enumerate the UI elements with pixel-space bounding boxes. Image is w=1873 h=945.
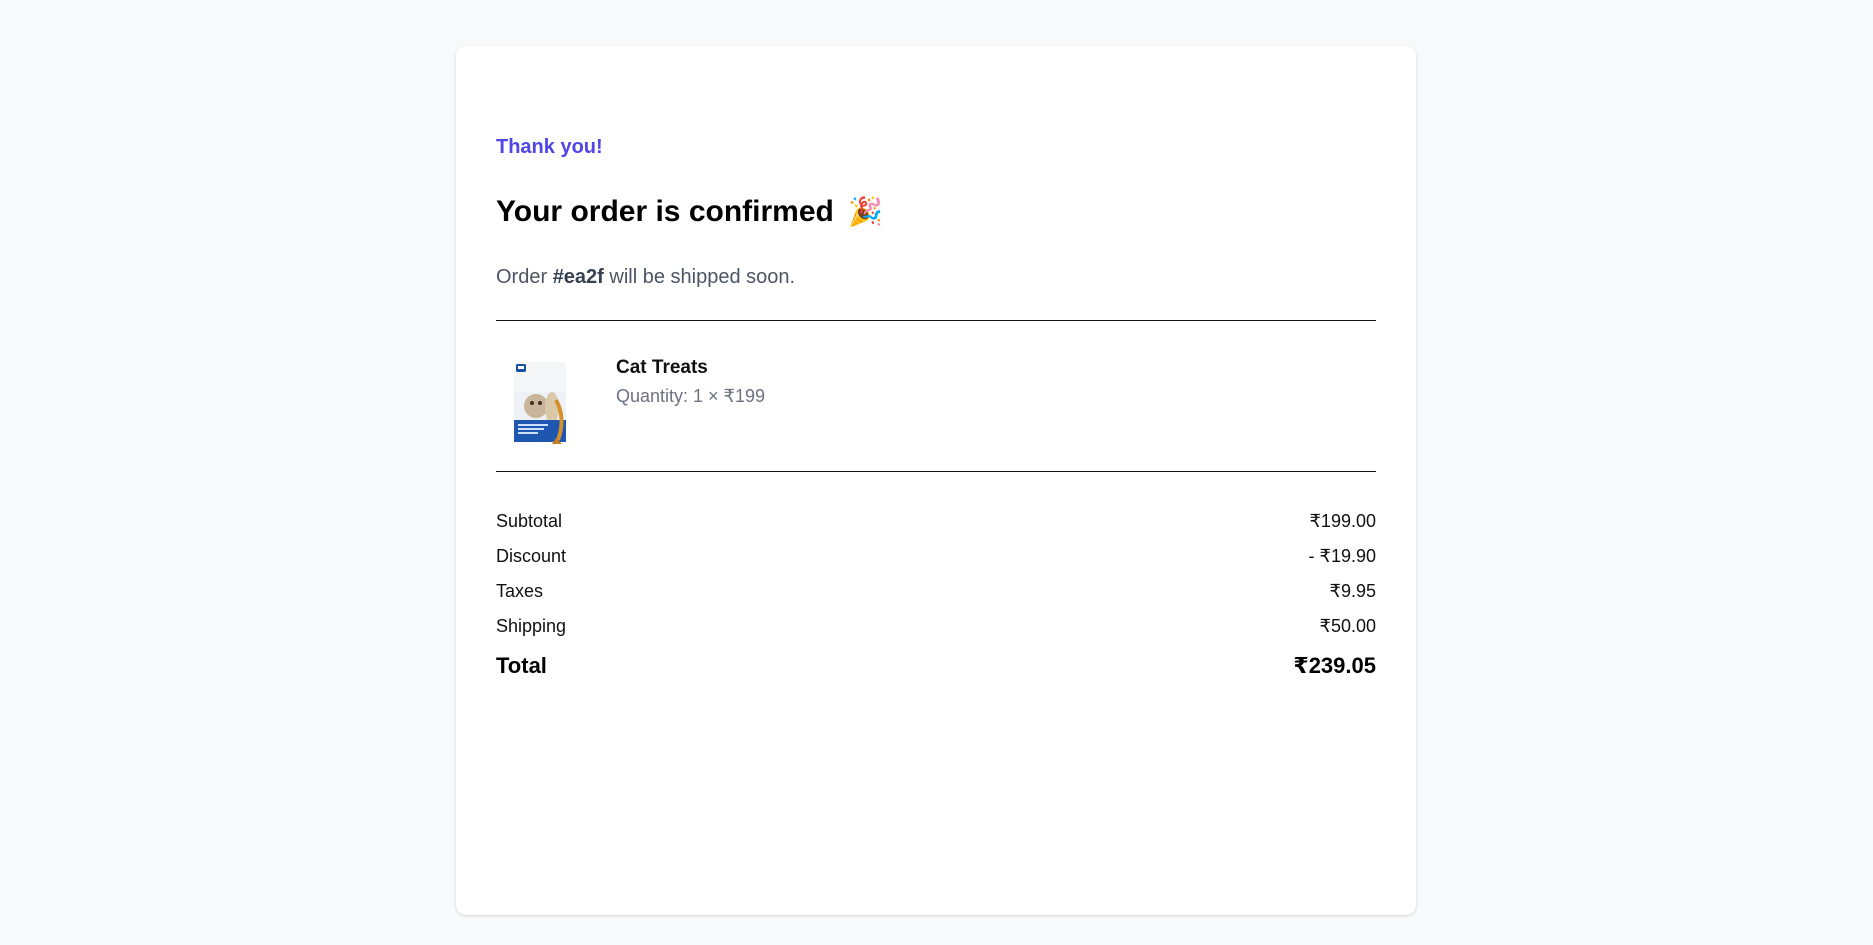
order-id: #ea2f	[552, 266, 604, 288]
product-image-svg	[514, 362, 566, 444]
total-label: Total	[496, 653, 547, 678]
order-prefix: Order	[496, 266, 548, 288]
summary-value: ₹9.95	[1329, 581, 1377, 601]
item-quantity: Quantity: 1 × ₹199	[616, 386, 766, 406]
summary-row-subtotal: Subtotal ₹199.00	[496, 504, 1376, 539]
order-suffix: will be shipped soon.	[609, 266, 796, 288]
summary-label: Subtotal	[496, 511, 563, 531]
summary-value: - ₹19.90	[1308, 546, 1377, 566]
divider-top	[496, 320, 1376, 321]
item-name: Cat Treats	[616, 357, 708, 378]
summary-row-total: Total ₹239.05	[496, 646, 1376, 686]
summary-label: Shipping	[496, 616, 567, 636]
page-title: Your order is confirmed 🎉	[496, 192, 883, 232]
headline-text: Your order is confirmed	[496, 195, 834, 228]
party-popper-icon: 🎉	[848, 196, 884, 227]
order-status-text: Order #ea2f will be shipped soon.	[496, 263, 795, 291]
summary-value: ₹199.00	[1309, 511, 1376, 531]
total-value: ₹239.05	[1293, 653, 1376, 678]
cat-treats-pack-image	[512, 360, 568, 444]
order-confirmation-card: Thank you! Your order is confirmed 🎉 Ord…	[456, 46, 1416, 915]
summary-row-shipping: Shipping ₹50.00	[496, 609, 1376, 644]
summary-value: ₹50.00	[1319, 616, 1377, 636]
summary-row-taxes: Taxes ₹9.95	[496, 574, 1376, 609]
summary-label: Taxes	[496, 581, 544, 601]
summary-row-discount: Discount - ₹19.90	[496, 539, 1376, 574]
summary-label: Discount	[496, 546, 567, 566]
divider-bottom	[496, 471, 1376, 472]
order-summary: Subtotal ₹199.00 Discount - ₹19.90 Taxes…	[496, 504, 1376, 686]
thank-you-label: Thank you!	[496, 136, 603, 158]
